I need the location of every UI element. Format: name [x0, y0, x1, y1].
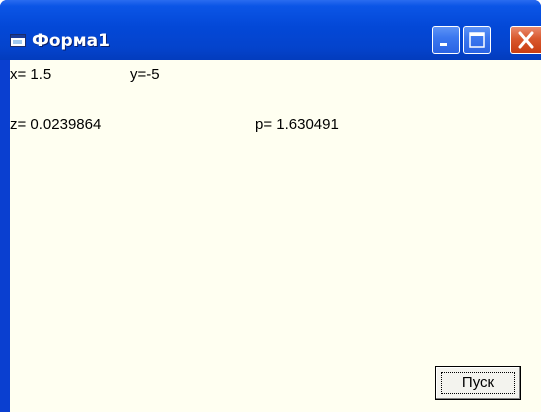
app-window: Форма1 x= 1.5 y=-5 z= 0.0239864 p= 1.630…	[0, 0, 541, 412]
form-icon	[10, 34, 26, 47]
form-client-area: x= 1.5 y=-5 z= 0.0239864 p= 1.630491 Пус…	[10, 60, 541, 412]
maximize-button[interactable]	[463, 26, 491, 54]
start-button[interactable]: Пуск	[435, 366, 521, 400]
minimize-icon	[440, 43, 447, 46]
minimize-button[interactable]	[432, 26, 460, 54]
window-title: Форма1	[32, 31, 110, 51]
p-result-label: p= 1.630491	[255, 116, 339, 133]
close-button[interactable]	[510, 26, 541, 54]
title-bar[interactable]: Форма1	[0, 0, 541, 60]
close-icon	[518, 31, 534, 49]
y-value-label: y=-5	[130, 66, 160, 83]
x-value-label: x= 1.5	[10, 66, 52, 83]
start-button-label: Пуск	[441, 372, 515, 394]
maximize-icon	[469, 32, 485, 48]
z-result-label: z= 0.0239864	[10, 116, 102, 133]
